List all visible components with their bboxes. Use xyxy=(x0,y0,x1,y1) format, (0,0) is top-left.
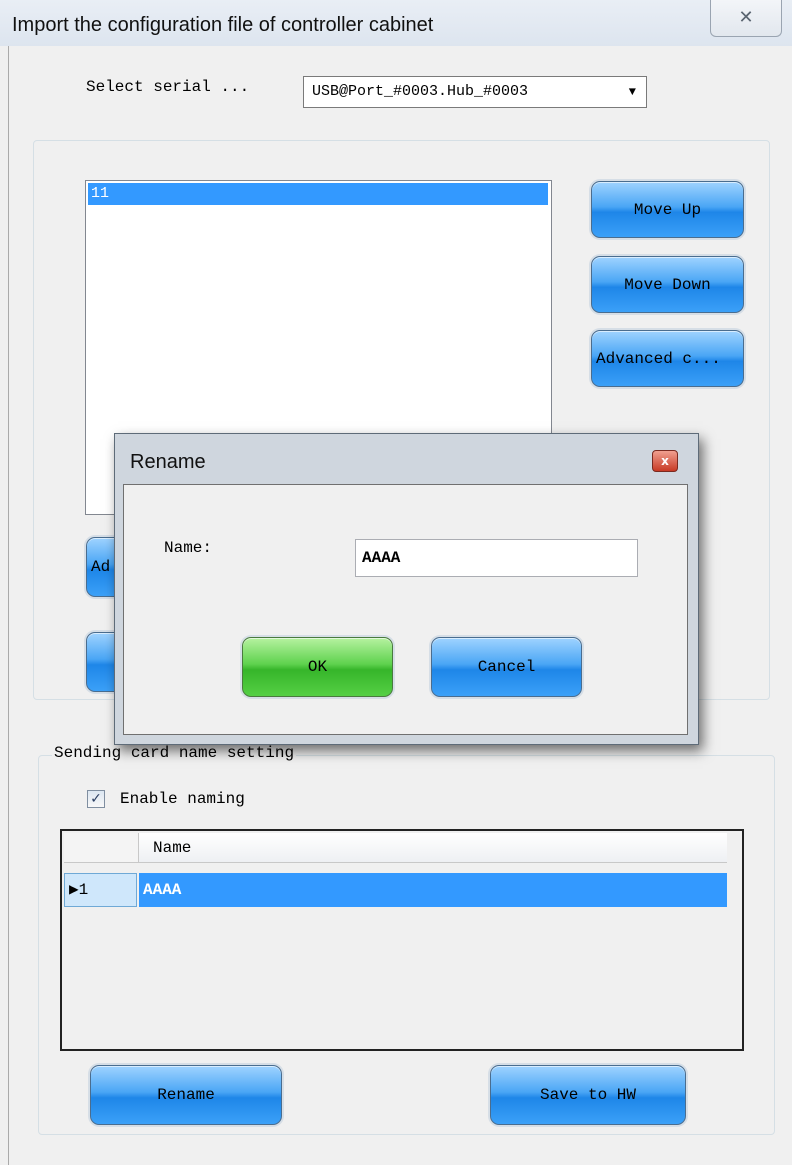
save-to-hw-button[interactable]: Save to HW xyxy=(490,1065,686,1125)
grid-column-header-name[interactable]: Name xyxy=(139,833,727,863)
ok-button[interactable]: OK xyxy=(242,637,393,697)
enable-naming-checkbox[interactable]: ✓ xyxy=(87,790,105,808)
name-input[interactable] xyxy=(355,539,638,577)
list-item[interactable]: 11 xyxy=(88,183,548,205)
grid-row-header[interactable]: ▶1 xyxy=(64,873,137,907)
cancel-button[interactable]: Cancel xyxy=(431,637,582,697)
enable-naming-label[interactable]: Enable naming xyxy=(120,790,245,808)
chevron-down-icon[interactable]: ▼ xyxy=(629,77,636,107)
move-up-button[interactable]: Move Up xyxy=(591,181,744,238)
advanced-config-button[interactable]: Advanced c... xyxy=(591,330,744,387)
grid-cell-name[interactable]: AAAA xyxy=(139,873,727,907)
serial-label: Select serial ... xyxy=(86,78,250,96)
checkmark-icon: ✓ xyxy=(90,791,102,807)
window-title: Import the configuration file of control… xyxy=(12,14,434,36)
move-down-button[interactable]: Move Down xyxy=(591,256,744,313)
sending-card-grid[interactable]: Name ▶1 AAAA xyxy=(60,829,744,1051)
window-close-button[interactable]: ✕ xyxy=(710,0,782,37)
dialog-close-button[interactable]: x xyxy=(652,450,678,472)
close-icon: x xyxy=(661,454,669,468)
close-icon: ✕ xyxy=(738,6,754,28)
serial-select-value: USB@Port_#0003.Hub_#0003 xyxy=(312,83,529,100)
rename-dialog-body: Name: OK Cancel xyxy=(123,484,688,735)
name-label: Name: xyxy=(164,539,213,557)
window-titlebar: Import the configuration file of control… xyxy=(0,0,792,46)
rename-dialog-title: Rename xyxy=(130,451,206,473)
grid-corner-header xyxy=(64,833,139,863)
rename-dialog: Rename x Name: OK Cancel xyxy=(114,433,699,745)
serial-select[interactable]: USB@Port_#0003.Hub_#0003 ▼ xyxy=(303,76,647,108)
window-left-border xyxy=(8,46,9,1165)
naming-group-label: Sending card name setting xyxy=(52,744,297,762)
rename-button[interactable]: Rename xyxy=(90,1065,282,1125)
